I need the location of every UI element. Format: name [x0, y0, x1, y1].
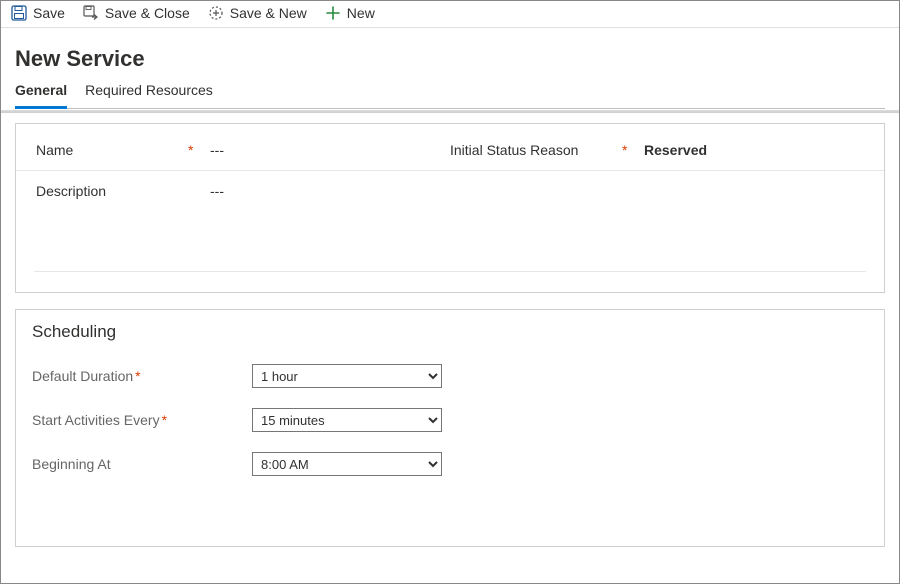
new-button[interactable]: New: [325, 5, 375, 21]
save-icon: [11, 5, 27, 21]
description-label: Description: [36, 183, 176, 199]
save-new-button[interactable]: Save & New: [208, 5, 307, 21]
status-field[interactable]: Reserved: [644, 140, 707, 160]
details-section: Name * --- Initial Status Reason * Reser…: [15, 123, 885, 293]
save-close-button[interactable]: Save & Close: [83, 5, 190, 21]
save-new-icon: [208, 5, 224, 21]
name-label: Name: [36, 142, 176, 158]
new-label: New: [347, 5, 375, 21]
tab-general[interactable]: General: [15, 82, 67, 109]
default-duration-select[interactable]: 1 hour: [252, 364, 442, 388]
plus-icon: [325, 5, 341, 21]
save-close-icon: [83, 5, 99, 21]
command-bar: Save Save & Close Save & New: [1, 1, 899, 28]
save-new-label: Save & New: [230, 5, 307, 21]
beginning-at-select[interactable]: 8:00 AM: [252, 452, 442, 476]
scheduling-title: Scheduling: [16, 310, 884, 348]
form-body: Name * --- Initial Status Reason * Reser…: [1, 113, 899, 583]
save-label: Save: [33, 5, 65, 21]
save-button[interactable]: Save: [11, 5, 65, 21]
default-duration-label: Default Duration*: [32, 368, 252, 384]
page-title: New Service: [15, 46, 885, 72]
start-activities-every-select[interactable]: 15 minutes: [252, 408, 442, 432]
required-indicator: *: [622, 142, 632, 158]
description-field[interactable]: ---: [210, 181, 224, 201]
details-divider: [34, 271, 866, 272]
tab-required-resources[interactable]: Required Resources: [85, 82, 213, 108]
scheduling-section: Scheduling Default Duration* 1 hour Star…: [15, 309, 885, 547]
app-window: Save Save & Close Save & New: [0, 0, 900, 584]
tab-strip: General Required Resources: [15, 82, 885, 109]
save-close-label: Save & Close: [105, 5, 190, 21]
required-indicator: *: [188, 142, 198, 158]
status-label: Initial Status Reason: [450, 142, 610, 158]
form-header: New Service General Required Resources: [1, 28, 899, 109]
beginning-at-label: Beginning At: [32, 456, 252, 472]
start-activities-every-label: Start Activities Every*: [32, 412, 252, 428]
name-field[interactable]: ---: [210, 140, 224, 160]
